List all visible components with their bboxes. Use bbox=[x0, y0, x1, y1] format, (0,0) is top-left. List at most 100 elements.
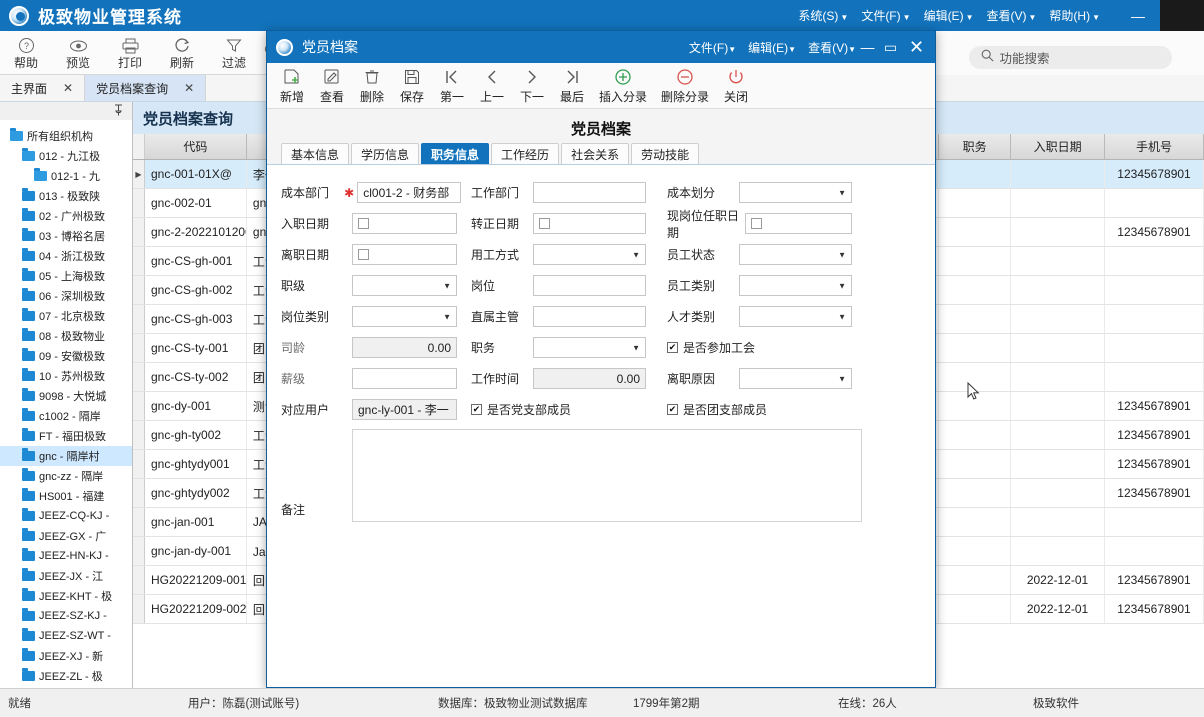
checkbox-party-branch-member[interactable]: ✔ 是否党支部成员 bbox=[471, 401, 571, 418]
checkbox-youth-league-member[interactable]: ✔ 是否团支部成员 bbox=[667, 401, 767, 418]
tree-node[interactable]: 06 - 深圳极致 bbox=[0, 286, 132, 306]
toolbar-print-button[interactable]: 打印 bbox=[104, 36, 156, 70]
dialog-tab-1[interactable]: 学历信息 bbox=[351, 143, 420, 164]
minimize-button[interactable]: — bbox=[1116, 0, 1160, 31]
tree-node[interactable]: 9098 - 大悦城 bbox=[0, 386, 132, 406]
field-position[interactable] bbox=[533, 275, 646, 296]
menu-view[interactable]: 查看(V) ▼ bbox=[986, 7, 1036, 24]
tree-node[interactable]: gnc-zz - 隔岸 bbox=[0, 466, 132, 486]
tree-node[interactable]: JEEZ-SZ-KJ - bbox=[0, 606, 132, 626]
field-salary-grade[interactable] bbox=[352, 368, 457, 389]
field-current-post-date[interactable] bbox=[745, 213, 852, 234]
maximize-button[interactable] bbox=[1160, 0, 1204, 31]
tree-node[interactable]: 03 - 博裕名居 bbox=[0, 226, 132, 246]
date-checkbox-icon[interactable] bbox=[358, 249, 369, 260]
close-icon[interactable]: ✕ bbox=[184, 81, 194, 95]
dialog-toolbar-prev-record-button[interactable]: 上一 bbox=[472, 67, 512, 105]
dialog-menu-file[interactable]: 文件(F)▼ bbox=[689, 39, 736, 56]
dialog-toolbar-delete-button[interactable]: 删除 bbox=[352, 67, 392, 105]
close-icon[interactable]: ✕ bbox=[63, 81, 73, 95]
dialog-toolbar-first-record-button[interactable]: 第一 bbox=[432, 67, 472, 105]
tree-node[interactable]: JEEZ-KHT - 极 bbox=[0, 586, 132, 606]
field-employee-status[interactable]: ▼ bbox=[739, 244, 852, 265]
field-work-department[interactable] bbox=[533, 182, 646, 203]
dialog-tab-3[interactable]: 工作经历 bbox=[491, 143, 560, 164]
window-tab-main[interactable]: 主界面 ✕ bbox=[0, 75, 86, 101]
field-regularization-date[interactable] bbox=[533, 213, 646, 234]
date-checkbox-icon[interactable] bbox=[358, 218, 369, 229]
tree-node[interactable]: 09 - 安徽极致 bbox=[0, 346, 132, 366]
dialog-menu-view[interactable]: 查看(V)▼ bbox=[808, 39, 856, 56]
window-tab-party-member-query[interactable]: 党员档案查询 ✕ bbox=[85, 75, 207, 101]
tree-node[interactable]: 08 - 极致物业 bbox=[0, 326, 132, 346]
tree-node[interactable]: 05 - 上海极致 bbox=[0, 266, 132, 286]
dialog-toolbar-power-close-button[interactable]: 关闭 bbox=[716, 67, 756, 105]
dialog-menu-edit[interactable]: 编辑(E)▼ bbox=[748, 39, 796, 56]
grid-column-header[interactable]: 手机号 bbox=[1105, 134, 1204, 159]
toolbar-refresh-button[interactable]: 刷新 bbox=[156, 36, 208, 70]
field-talent-category[interactable]: ▼ bbox=[739, 306, 852, 327]
field-direct-supervisor[interactable] bbox=[533, 306, 646, 327]
tree-node[interactable]: FT - 福田极致 bbox=[0, 426, 132, 446]
menu-help[interactable]: 帮助(H) ▼ bbox=[1049, 7, 1100, 24]
tree-node[interactable]: HS001 - 福建 bbox=[0, 486, 132, 506]
tree-node[interactable]: JEEZ-HN-KJ - bbox=[0, 546, 132, 566]
dialog-tab-5[interactable]: 劳动技能 bbox=[631, 143, 700, 164]
dialog-toolbar-remove-row-button[interactable]: 删除分录 bbox=[654, 67, 716, 105]
date-checkbox-icon[interactable] bbox=[751, 218, 762, 229]
dialog-maximize-button[interactable]: ▭ bbox=[879, 39, 902, 56]
toolbar-filter-button[interactable]: 过滤 bbox=[208, 36, 260, 70]
toolbar-help-button[interactable]: ? 帮助 bbox=[0, 36, 52, 70]
field-hire-date[interactable] bbox=[352, 213, 457, 234]
field-duty[interactable]: ▼ bbox=[533, 337, 646, 358]
grid-column-header[interactable]: 职务 bbox=[938, 134, 1012, 159]
tree-node[interactable]: 04 - 浙江极致 bbox=[0, 246, 132, 266]
tree-node[interactable]: gnc - 隔岸村 bbox=[0, 446, 132, 466]
field-employee-category[interactable]: ▼ bbox=[739, 275, 852, 296]
tree-node[interactable]: c1002 - 隔岸 bbox=[0, 406, 132, 426]
tree-node[interactable]: 所有组织机构 bbox=[0, 126, 132, 146]
field-cost-division[interactable]: ▼ bbox=[739, 182, 852, 203]
tree-node[interactable]: 012-1 - 九 bbox=[0, 166, 132, 186]
field-cost-department[interactable]: cl001-2 - 财务部 bbox=[357, 182, 461, 203]
dialog-tab-4[interactable]: 社会关系 bbox=[561, 143, 630, 164]
tree-node[interactable]: JEEZ-JX - 江 bbox=[0, 566, 132, 586]
tree-node[interactable]: JEEZ-XJ - 新 bbox=[0, 646, 132, 666]
function-search-input[interactable]: 功能搜索 bbox=[968, 45, 1172, 69]
dialog-tab-2[interactable]: 职务信息 bbox=[421, 143, 490, 164]
menu-edit[interactable]: 编辑(E) ▼ bbox=[924, 7, 974, 24]
tree-node[interactable]: 07 - 北京极致 bbox=[0, 306, 132, 326]
dialog-tab-0[interactable]: 基本信息 bbox=[281, 143, 350, 164]
tree-node[interactable]: JEEZ-CQ-KJ - bbox=[0, 506, 132, 526]
org-tree[interactable]: 所有组织机构 012 - 九江极 012-1 - 九 013 - 极致陕 02 - 广州… bbox=[0, 120, 132, 688]
dialog-toolbar-view-edit-button[interactable]: 查看 bbox=[312, 67, 352, 105]
dialog-toolbar-last-record-button[interactable]: 最后 bbox=[552, 67, 592, 105]
pin-icon[interactable] bbox=[114, 104, 123, 119]
tree-node[interactable]: 02 - 广州极致 bbox=[0, 206, 132, 226]
field-post-category[interactable]: ▼ bbox=[352, 306, 457, 327]
field-leave-reason[interactable]: ▼ bbox=[739, 368, 852, 389]
dialog-toolbar-add-button[interactable]: 新增 bbox=[272, 67, 312, 105]
menu-file[interactable]: 文件(F) ▼ bbox=[861, 7, 910, 24]
tree-node[interactable]: JEEZ-SZ-WT - bbox=[0, 626, 132, 646]
tree-node[interactable]: JEEZ-ZL - 极 bbox=[0, 666, 132, 686]
toolbar-preview-button[interactable]: 预览 bbox=[52, 36, 104, 70]
field-remark[interactable] bbox=[352, 429, 862, 522]
grid-column-header[interactable]: 入职日期 bbox=[1011, 134, 1106, 159]
dialog-close-button[interactable]: ✕ bbox=[905, 37, 928, 58]
dialog-toolbar-save-button[interactable]: 保存 bbox=[392, 67, 432, 105]
date-checkbox-icon[interactable] bbox=[539, 218, 550, 229]
dialog-minimize-button[interactable]: — bbox=[856, 39, 879, 55]
field-employment-type[interactable]: ▼ bbox=[533, 244, 646, 265]
menu-system[interactable]: 系统(S) ▼ bbox=[798, 7, 848, 24]
tree-node[interactable]: JEEZ-GX - 广 bbox=[0, 526, 132, 546]
field-leave-date[interactable] bbox=[352, 244, 457, 265]
grid-column-header[interactable]: 代码 bbox=[145, 134, 247, 159]
tree-node[interactable]: 013 - 极致陕 bbox=[0, 186, 132, 206]
tree-node[interactable]: 10 - 苏州极致 bbox=[0, 366, 132, 386]
dialog-tabs[interactable]: 基本信息 学历信息 职务信息 工作经历 社会关系 劳动技能 bbox=[267, 143, 935, 165]
dialog-toolbar-insert-row-button[interactable]: 插入分录 bbox=[592, 67, 654, 105]
field-job-grade[interactable]: ▼ bbox=[352, 275, 457, 296]
dialog-toolbar-next-record-button[interactable]: 下一 bbox=[512, 67, 552, 105]
checkbox-union-member[interactable]: ✔ 是否参加工会 bbox=[667, 339, 755, 356]
